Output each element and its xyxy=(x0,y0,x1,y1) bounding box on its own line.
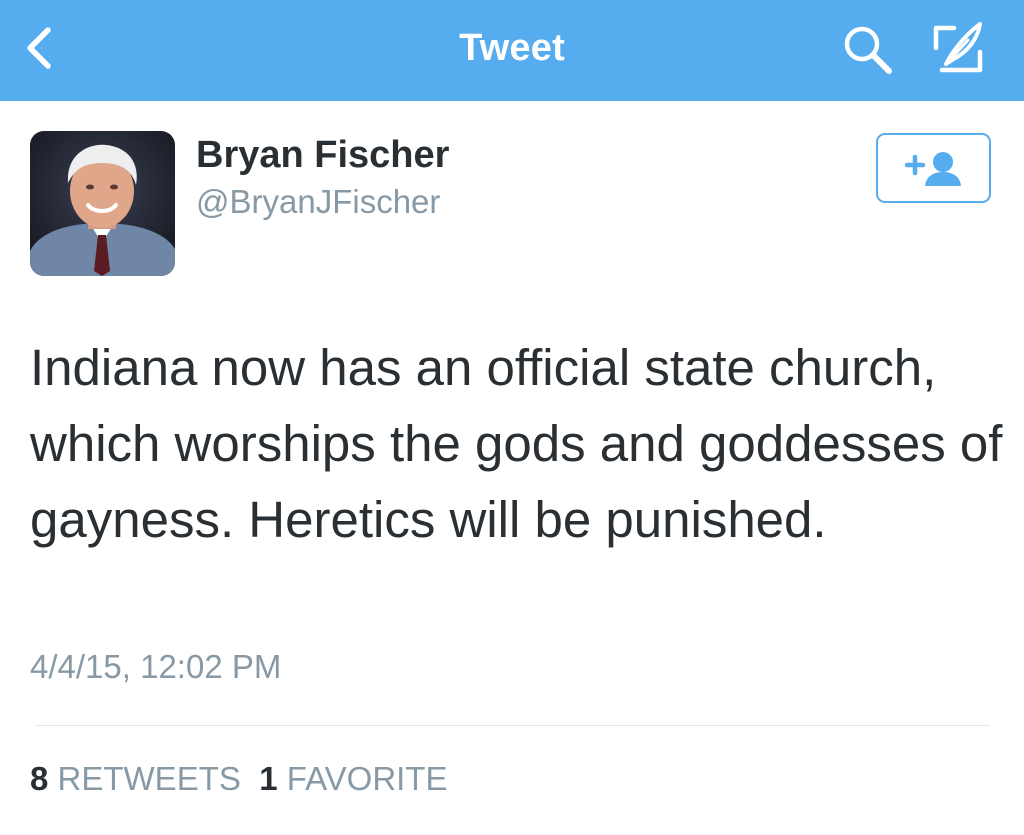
favorites-count: 1 xyxy=(259,760,278,797)
retweets-stat[interactable]: 8 RETWEETS xyxy=(30,760,241,797)
search-button[interactable] xyxy=(840,22,896,78)
tweet-timestamp: 4/4/15, 12:02 PM xyxy=(30,648,282,685)
display-name[interactable]: Bryan Fischer xyxy=(196,134,449,177)
follow-button[interactable] xyxy=(876,133,991,203)
nav-bar: Tweet xyxy=(0,0,1024,101)
avatar[interactable] xyxy=(30,131,175,276)
tweet-stats: 8 RETWEETS 1 FAVORITE xyxy=(30,760,448,798)
compose-button[interactable] xyxy=(928,18,988,78)
favorites-label: FAVORITE xyxy=(286,760,448,797)
retweets-label: RETWEETS xyxy=(57,760,241,797)
favorites-stat[interactable]: 1 FAVORITE xyxy=(259,760,447,797)
compose-tweet-icon xyxy=(933,22,983,73)
user-handle[interactable]: @BryanJFischer xyxy=(196,183,440,221)
search-icon xyxy=(844,26,892,74)
retweets-count: 8 xyxy=(30,760,49,797)
tweet-text: Indiana now has an official state church… xyxy=(30,339,1003,548)
divider xyxy=(35,725,990,726)
add-user-icon xyxy=(904,152,961,186)
profile-photo xyxy=(30,131,175,276)
